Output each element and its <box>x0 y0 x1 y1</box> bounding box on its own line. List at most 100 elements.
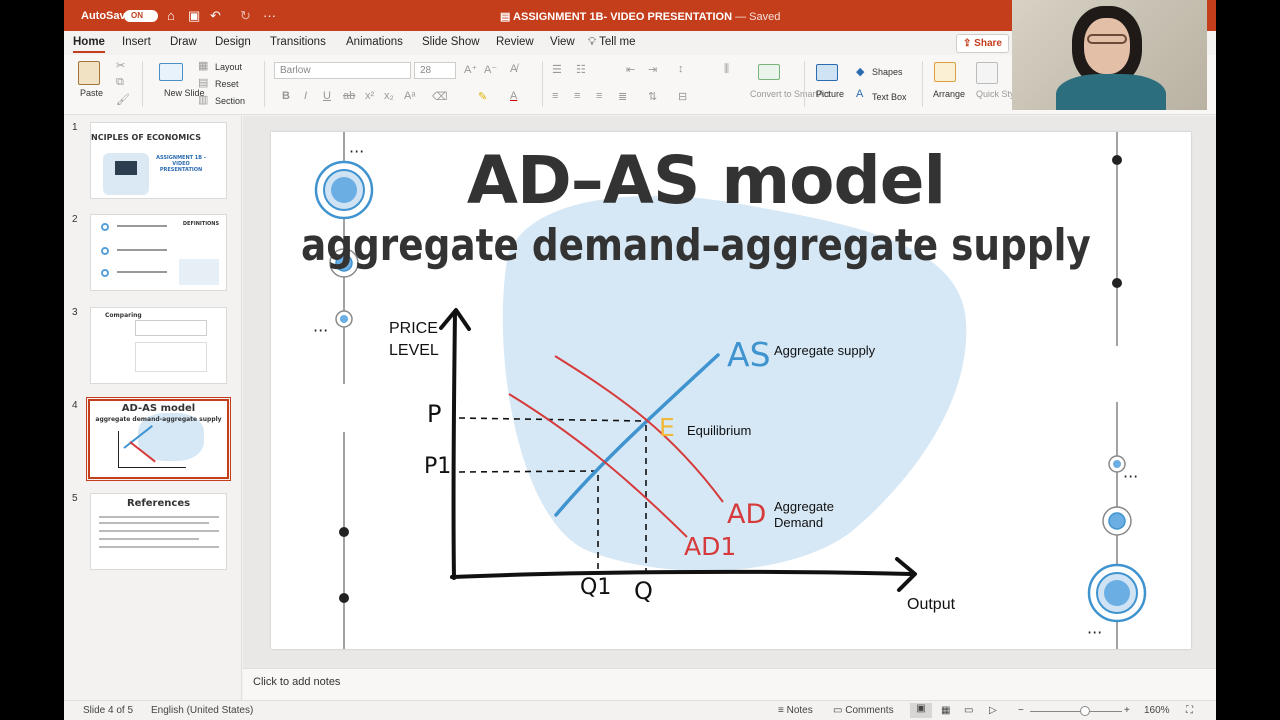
decrease-font-icon[interactable]: A⁻ <box>484 63 497 76</box>
cut-icon[interactable]: ✂ <box>116 59 125 72</box>
thumbnail-5[interactable]: 5 References <box>64 493 242 573</box>
decor-dot <box>1112 278 1122 288</box>
convert-smartart-button[interactable]: Convert to SmartArt <box>750 89 830 99</box>
reset-button[interactable]: Reset <box>215 79 239 89</box>
increase-indent-icon[interactable]: ⇥ <box>648 63 657 76</box>
slide-sorter-icon[interactable]: ▦ <box>941 705 950 716</box>
arrange-icon[interactable] <box>934 62 956 82</box>
layout-icon[interactable]: ▦ <box>198 59 208 72</box>
numbering-icon[interactable]: ☷ <box>576 63 586 76</box>
undo-icon[interactable]: ↶ <box>210 8 221 24</box>
tab-insert[interactable]: Insert <box>122 36 151 48</box>
arrange-button[interactable]: Arrange <box>933 89 965 99</box>
text-line <box>99 516 219 518</box>
home-icon[interactable]: ⌂ <box>167 8 175 23</box>
thumbnail-preview-selected[interactable]: AD-AS model aggregate demand-aggregate s… <box>86 397 231 481</box>
shapes-button[interactable]: Shapes <box>872 67 903 77</box>
shapes-icon[interactable]: ◆ <box>856 65 864 78</box>
highlight-icon[interactable]: ✎ <box>478 90 487 103</box>
tab-draw[interactable]: Draw <box>170 36 197 48</box>
notes-pane[interactable]: Click to add notes <box>243 668 1216 700</box>
line-spacing-icon[interactable]: ↕ <box>678 63 684 75</box>
tab-slide-show[interactable]: Slide Show <box>422 36 480 48</box>
format-painter-icon[interactable]: 🖌︎ <box>116 93 130 106</box>
slide-title[interactable]: AD–AS model <box>271 142 1141 219</box>
thumbnail-preview[interactable]: PRINCIPLES OF ECONOMICS ASSIGNMENT 1B - … <box>90 122 227 199</box>
save-icon[interactable]: ▣ <box>188 8 200 24</box>
decrease-indent-icon[interactable]: ⇤ <box>626 63 635 76</box>
reading-view-icon[interactable]: ▭ <box>964 705 973 716</box>
font-size-field[interactable]: 28 <box>414 62 456 79</box>
fit-slide-icon[interactable]: ⛶ <box>1186 705 1193 716</box>
bullets-icon[interactable]: ☰ <box>552 63 562 76</box>
align-right-icon[interactable]: ≡ <box>596 90 602 102</box>
thumbnail-2[interactable]: 2 DEFINITIONS <box>64 214 242 294</box>
zoom-slider[interactable] <box>1030 711 1122 712</box>
tab-review[interactable]: Review <box>496 36 534 48</box>
notes-button[interactable]: ≡ Notes <box>778 705 813 716</box>
comments-button[interactable]: ▭ Comments <box>833 705 894 716</box>
slide-subtitle[interactable]: aggregate demand–aggregate supply <box>301 220 1151 271</box>
bold-icon[interactable]: B <box>282 90 290 102</box>
picture-button[interactable]: Picture <box>816 89 844 99</box>
align-center-icon[interactable]: ≡ <box>574 90 580 102</box>
new-slide-label[interactable]: New Slide <box>164 88 205 98</box>
zoom-level[interactable]: 160% <box>1144 705 1170 716</box>
tab-animations[interactable]: Animations <box>346 36 403 48</box>
thumbnail-preview[interactable]: Comparing <box>90 307 227 384</box>
thumbnail-4[interactable]: 4 AD-AS model aggregate demand-aggregate… <box>64 397 242 481</box>
redo-icon[interactable]: ↻ <box>240 8 251 24</box>
slide-canvas[interactable]: ··· ··· ··· ··· AD–AS model aggregate de… <box>271 132 1191 649</box>
font-color-icon[interactable]: A <box>510 90 517 102</box>
underline-icon[interactable]: U <box>323 90 331 102</box>
section-icon[interactable]: ▥ <box>198 93 208 106</box>
increase-font-icon[interactable]: A⁺ <box>464 63 477 76</box>
autosave-toggle[interactable]: ON <box>124 10 158 22</box>
text-box-icon[interactable]: A <box>856 88 863 100</box>
align-left-icon[interactable]: ≡ <box>552 90 558 102</box>
copy-icon[interactable]: ⧉ <box>116 76 124 89</box>
thumbnail-preview[interactable]: References <box>90 493 227 570</box>
language[interactable]: English (United States) <box>151 705 253 716</box>
justify-icon[interactable]: ≣ <box>618 90 627 103</box>
more-icon[interactable]: ··· <box>263 8 276 23</box>
strikethrough-icon[interactable]: ab <box>343 90 355 102</box>
section-button[interactable]: Section <box>215 96 245 106</box>
paste-icon[interactable] <box>78 61 100 85</box>
normal-view-icon[interactable]: ▣ <box>910 703 932 718</box>
tab-transitions[interactable]: Transitions <box>270 36 326 48</box>
thumbnail-preview[interactable]: DEFINITIONS <box>90 214 227 291</box>
tab-home[interactable]: Home <box>73 36 105 53</box>
font-name-field[interactable]: Barlow <box>274 62 411 79</box>
paste-label[interactable]: Paste <box>80 88 103 98</box>
slideshow-icon[interactable]: ▷ <box>989 705 997 716</box>
superscript-icon[interactable]: x² <box>365 90 374 102</box>
quick-styles-icon[interactable] <box>976 62 998 84</box>
change-case-icon[interactable]: Aᵃ <box>404 90 415 102</box>
new-slide-icon[interactable] <box>159 63 183 81</box>
slide-editor[interactable]: ··· ··· ··· ··· AD–AS model aggregate de… <box>243 116 1216 668</box>
subscript-icon[interactable]: x₂ <box>384 90 394 102</box>
zoom-in-icon[interactable]: + <box>1124 705 1130 716</box>
zoom-slider-thumb[interactable] <box>1080 706 1090 716</box>
columns-icon[interactable]: ⫼ <box>724 63 729 76</box>
zoom-out-icon[interactable]: − <box>1018 705 1024 716</box>
thumbnail-3[interactable]: 3 Comparing <box>64 307 242 387</box>
quick-styles-button[interactable]: Quick Styles <box>976 89 1026 99</box>
notes-placeholder[interactable]: Click to add notes <box>253 676 340 688</box>
tell-me[interactable]: 💡︎ Tell me <box>588 36 636 49</box>
tab-design[interactable]: Design <box>215 36 251 48</box>
thumbnail-1[interactable]: 1 PRINCIPLES OF ECONOMICS ASSIGNMENT 1B … <box>64 122 242 202</box>
reset-icon[interactable]: ▤ <box>198 76 208 89</box>
picture-icon[interactable] <box>816 64 838 81</box>
align-text-icon[interactable]: ⊟ <box>678 90 687 103</box>
italic-icon[interactable]: I <box>304 90 307 102</box>
clear-format-icon[interactable]: A̸ <box>510 63 517 75</box>
smartart-icon[interactable] <box>758 64 780 80</box>
tab-view[interactable]: View <box>550 36 575 48</box>
text-box-button[interactable]: Text Box <box>872 92 907 102</box>
text-direction-icon[interactable]: ⇅ <box>648 90 657 103</box>
clear-icon[interactable]: ⌫ <box>432 90 448 103</box>
share-button[interactable]: ⇪ Share <box>956 34 1009 53</box>
layout-button[interactable]: Layout <box>215 62 242 72</box>
